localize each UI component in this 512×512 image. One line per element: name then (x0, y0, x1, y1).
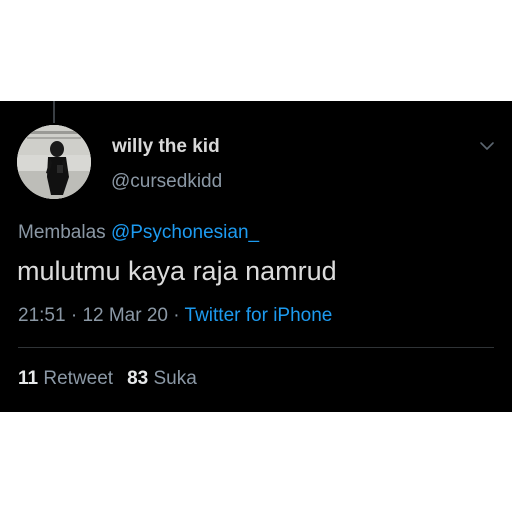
like-label: Suka (153, 368, 197, 389)
like-count: 83 (127, 368, 149, 389)
tweet-text: mulutmu kaya raja namrud (17, 256, 337, 286)
thread-connector-line (53, 101, 55, 123)
chevron-down-icon[interactable] (478, 139, 496, 153)
engagement-stats: 11 Retweet 83 Suka (18, 368, 197, 390)
tweet-time: 21:51 (18, 305, 66, 326)
retweet-label: Retweet (43, 368, 114, 389)
meta-separator: · (70, 305, 78, 326)
like-stat[interactable]: 83 Suka (127, 368, 197, 389)
retweet-stat[interactable]: 11 Retweet (18, 368, 113, 389)
tweet-meta: 21:51 · 12 Mar 20 · Twitter for iPhone (18, 305, 332, 327)
user-handle[interactable]: @cursedkidd (111, 171, 222, 193)
tweet-source-link[interactable]: Twitter for iPhone (185, 305, 333, 326)
display-name[interactable]: willy the kid (112, 136, 220, 158)
reply-prefix: Membalas (18, 222, 106, 243)
retweet-count: 11 (18, 368, 39, 389)
avatar[interactable] (17, 125, 91, 199)
reply-context: Membalas @Psychonesian_ (18, 222, 259, 244)
meta-separator: · (173, 305, 180, 326)
tweet-date[interactable]: 12 Mar 20 (82, 305, 168, 326)
tweet-card: willy the kid @cursedkidd Membalas @Psyc… (0, 101, 512, 412)
reply-mention-link[interactable]: @Psychonesian_ (111, 222, 259, 243)
avatar-photo (17, 125, 91, 199)
divider (18, 347, 494, 348)
